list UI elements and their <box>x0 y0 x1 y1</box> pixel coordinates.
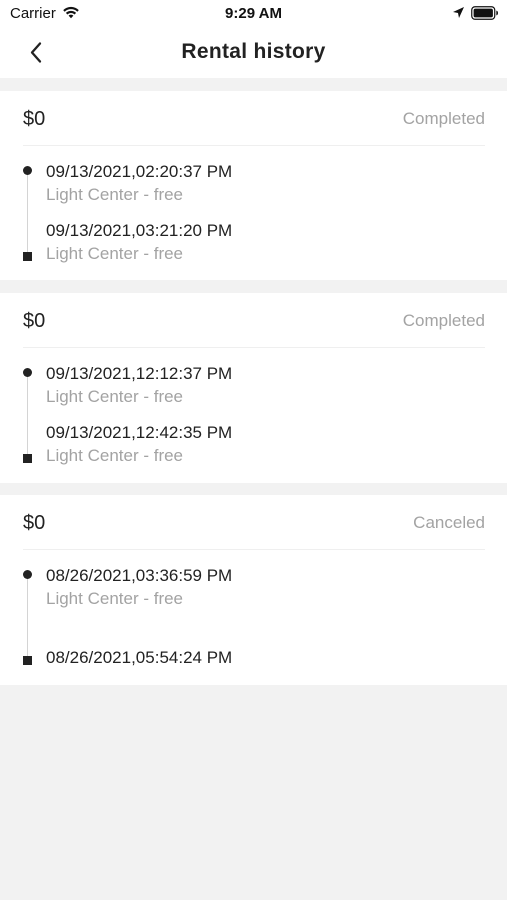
divider <box>23 347 485 348</box>
status-bar: Carrier 9:29 AM <box>0 0 507 28</box>
start-location: Light Center - free <box>46 185 184 204</box>
end-point-icon <box>23 252 32 261</box>
rental-status: Completed <box>402 109 485 128</box>
end-point-icon <box>23 454 32 463</box>
rental-amount: $0 <box>23 512 46 534</box>
nav-bar: Rental history <box>0 28 507 78</box>
rental-card[interactable]: $0 Canceled 08/26/2021,03:36:59 PM Light… <box>0 495 507 685</box>
rental-amount: $0 <box>23 108 46 130</box>
start-time: 09/13/2021,02:20:37 PM <box>46 162 233 181</box>
end-time: 09/13/2021,12:42:35 PM <box>46 423 233 442</box>
page-title: Rental history <box>181 40 326 63</box>
rental-card[interactable]: $0 Completed 09/13/2021,12:12:37 PM Ligh… <box>0 293 507 483</box>
end-location: Light Center - free <box>46 244 184 263</box>
start-time: 08/26/2021,03:36:59 PM <box>46 566 233 585</box>
timeline-line <box>27 173 28 257</box>
end-location: Light Center - free <box>46 446 184 465</box>
battery-icon <box>471 6 498 20</box>
start-time: 09/13/2021,12:12:37 PM <box>46 364 233 383</box>
start-location: Light Center - free <box>46 387 184 406</box>
status-time: 9:29 AM <box>225 5 282 22</box>
timeline-line <box>27 375 28 459</box>
start-location: Light Center - free <box>46 589 184 608</box>
divider <box>23 145 485 146</box>
end-time: 09/13/2021,03:21:20 PM <box>46 221 233 240</box>
start-point-icon <box>23 368 32 377</box>
start-point-icon <box>23 570 32 579</box>
divider <box>23 549 485 550</box>
rental-status: Completed <box>402 311 485 330</box>
rental-card[interactable]: $0 Completed 09/13/2021,02:20:37 PM Ligh… <box>0 91 507 280</box>
rental-status: Canceled <box>413 513 485 532</box>
rental-amount: $0 <box>23 310 46 332</box>
end-point-icon <box>23 656 32 665</box>
timeline-line <box>27 577 28 661</box>
location-arrow-icon <box>453 7 464 18</box>
start-point-icon <box>23 166 32 175</box>
end-time: 08/26/2021,05:54:24 PM <box>46 648 233 667</box>
